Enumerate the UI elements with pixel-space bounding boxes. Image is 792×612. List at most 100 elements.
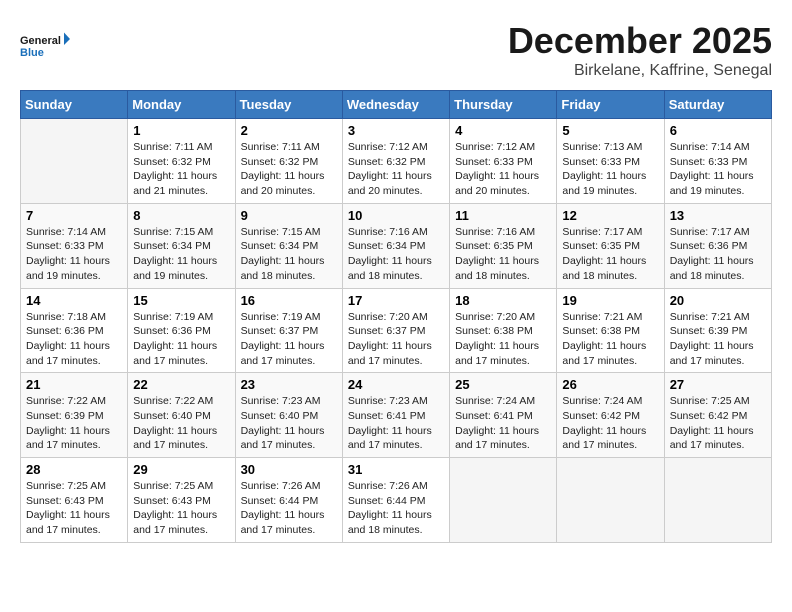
day-info: Sunrise: 7:23 AM Sunset: 6:41 PM Dayligh…	[348, 394, 444, 453]
calendar-table: SundayMondayTuesdayWednesdayThursdayFrid…	[20, 90, 772, 543]
day-number: 20	[670, 293, 766, 308]
calendar-cell	[21, 119, 128, 204]
day-number: 5	[562, 123, 658, 138]
day-number: 29	[133, 462, 229, 477]
day-number: 3	[348, 123, 444, 138]
calendar-cell: 18 Sunrise: 7:20 AM Sunset: 6:38 PM Dayli…	[450, 288, 557, 373]
day-info: Sunrise: 7:24 AM Sunset: 6:42 PM Dayligh…	[562, 394, 658, 453]
day-number: 30	[241, 462, 337, 477]
col-header-saturday: Saturday	[664, 91, 771, 119]
col-header-friday: Friday	[557, 91, 664, 119]
calendar-cell: 19 Sunrise: 7:21 AM Sunset: 6:38 PM Dayli…	[557, 288, 664, 373]
day-number: 24	[348, 377, 444, 392]
week-row-5: 28 Sunrise: 7:25 AM Sunset: 6:43 PM Dayli…	[21, 458, 772, 543]
day-number: 28	[26, 462, 122, 477]
day-info: Sunrise: 7:14 AM Sunset: 6:33 PM Dayligh…	[26, 225, 122, 284]
day-info: Sunrise: 7:15 AM Sunset: 6:34 PM Dayligh…	[133, 225, 229, 284]
day-info: Sunrise: 7:22 AM Sunset: 6:40 PM Dayligh…	[133, 394, 229, 453]
calendar-cell: 21 Sunrise: 7:22 AM Sunset: 6:39 PM Dayli…	[21, 373, 128, 458]
day-info: Sunrise: 7:25 AM Sunset: 6:43 PM Dayligh…	[26, 479, 122, 538]
calendar-cell: 1 Sunrise: 7:11 AM Sunset: 6:32 PM Daylig…	[128, 119, 235, 204]
day-info: Sunrise: 7:15 AM Sunset: 6:34 PM Dayligh…	[241, 225, 337, 284]
calendar-cell: 26 Sunrise: 7:24 AM Sunset: 6:42 PM Dayli…	[557, 373, 664, 458]
day-info: Sunrise: 7:13 AM Sunset: 6:33 PM Dayligh…	[562, 140, 658, 199]
day-info: Sunrise: 7:12 AM Sunset: 6:33 PM Dayligh…	[455, 140, 551, 199]
calendar-cell: 10Sunrise: 7:16 AM Sunset: 6:34 PM Dayli…	[342, 203, 449, 288]
svg-text:Blue: Blue	[20, 47, 44, 59]
col-header-tuesday: Tuesday	[235, 91, 342, 119]
location: Birkelane, Kaffrine, Senegal	[508, 62, 772, 80]
calendar-cell: 31 Sunrise: 7:26 AM Sunset: 6:44 PM Dayli…	[342, 458, 449, 543]
day-info: Sunrise: 7:21 AM Sunset: 6:38 PM Dayligh…	[562, 310, 658, 369]
day-number: 17	[348, 293, 444, 308]
day-info: Sunrise: 7:17 AM Sunset: 6:35 PM Dayligh…	[562, 225, 658, 284]
day-number: 23	[241, 377, 337, 392]
day-number: 16	[241, 293, 337, 308]
day-info: Sunrise: 7:20 AM Sunset: 6:37 PM Dayligh…	[348, 310, 444, 369]
day-info: Sunrise: 7:25 AM Sunset: 6:42 PM Dayligh…	[670, 394, 766, 453]
calendar-cell: 29 Sunrise: 7:25 AM Sunset: 6:43 PM Dayli…	[128, 458, 235, 543]
calendar-cell: 7 Sunrise: 7:14 AM Sunset: 6:33 PM Daylig…	[21, 203, 128, 288]
day-number: 31	[348, 462, 444, 477]
day-info: Sunrise: 7:19 AM Sunset: 6:37 PM Dayligh…	[241, 310, 337, 369]
title-area: December 2025 Birkelane, Kaffrine, Seneg…	[508, 20, 772, 80]
col-header-sunday: Sunday	[21, 91, 128, 119]
day-info: Sunrise: 7:23 AM Sunset: 6:40 PM Dayligh…	[241, 394, 337, 453]
calendar-cell: 5 Sunrise: 7:13 AM Sunset: 6:33 PM Daylig…	[557, 119, 664, 204]
day-number: 1	[133, 123, 229, 138]
day-number: 9	[241, 208, 337, 223]
calendar-cell: 4 Sunrise: 7:12 AM Sunset: 6:33 PM Daylig…	[450, 119, 557, 204]
day-number: 7	[26, 208, 122, 223]
day-number: 4	[455, 123, 551, 138]
calendar-cell: 17 Sunrise: 7:20 AM Sunset: 6:37 PM Dayli…	[342, 288, 449, 373]
calendar-cell: 13 Sunrise: 7:17 AM Sunset: 6:36 PM Dayli…	[664, 203, 771, 288]
day-number: 6	[670, 123, 766, 138]
col-header-monday: Monday	[128, 91, 235, 119]
day-number: 22	[133, 377, 229, 392]
calendar-header-row: SundayMondayTuesdayWednesdayThursdayFrid…	[21, 91, 772, 119]
day-number: 13	[670, 208, 766, 223]
day-number: 26	[562, 377, 658, 392]
month-title: December 2025	[508, 20, 772, 62]
calendar-cell: 15 Sunrise: 7:19 AM Sunset: 6:36 PM Dayli…	[128, 288, 235, 373]
calendar-cell: 20 Sunrise: 7:21 AM Sunset: 6:39 PM Dayli…	[664, 288, 771, 373]
logo: General Blue	[20, 20, 70, 70]
calendar-cell: 23 Sunrise: 7:23 AM Sunset: 6:40 PM Dayli…	[235, 373, 342, 458]
day-number: 18	[455, 293, 551, 308]
day-info: Sunrise: 7:11 AM Sunset: 6:32 PM Dayligh…	[133, 140, 229, 199]
calendar-cell	[664, 458, 771, 543]
day-number: 8	[133, 208, 229, 223]
day-info: Sunrise: 7:19 AM Sunset: 6:36 PM Dayligh…	[133, 310, 229, 369]
calendar-cell	[557, 458, 664, 543]
calendar-cell: 22 Sunrise: 7:22 AM Sunset: 6:40 PM Dayli…	[128, 373, 235, 458]
page-header: General Blue December 2025 Birkelane, Ka…	[20, 20, 772, 80]
day-info: Sunrise: 7:11 AM Sunset: 6:32 PM Dayligh…	[241, 140, 337, 199]
day-number: 2	[241, 123, 337, 138]
week-row-3: 14Sunrise: 7:18 AM Sunset: 6:36 PM Dayli…	[21, 288, 772, 373]
calendar-cell: 3 Sunrise: 7:12 AM Sunset: 6:32 PM Daylig…	[342, 119, 449, 204]
day-number: 19	[562, 293, 658, 308]
col-header-wednesday: Wednesday	[342, 91, 449, 119]
day-info: Sunrise: 7:20 AM Sunset: 6:38 PM Dayligh…	[455, 310, 551, 369]
day-info: Sunrise: 7:14 AM Sunset: 6:33 PM Dayligh…	[670, 140, 766, 199]
day-info: Sunrise: 7:12 AM Sunset: 6:32 PM Dayligh…	[348, 140, 444, 199]
calendar-cell: 8 Sunrise: 7:15 AM Sunset: 6:34 PM Daylig…	[128, 203, 235, 288]
day-info: Sunrise: 7:16 AM Sunset: 6:34 PM Dayligh…	[348, 225, 444, 284]
day-info: Sunrise: 7:25 AM Sunset: 6:43 PM Dayligh…	[133, 479, 229, 538]
calendar-cell: 9 Sunrise: 7:15 AM Sunset: 6:34 PM Daylig…	[235, 203, 342, 288]
day-info: Sunrise: 7:26 AM Sunset: 6:44 PM Dayligh…	[348, 479, 444, 538]
day-number: 15	[133, 293, 229, 308]
logo-svg: General Blue	[20, 20, 70, 70]
calendar-cell: 12Sunrise: 7:17 AM Sunset: 6:35 PM Dayli…	[557, 203, 664, 288]
calendar-cell: 16 Sunrise: 7:19 AM Sunset: 6:37 PM Dayli…	[235, 288, 342, 373]
calendar-cell: 27Sunrise: 7:25 AM Sunset: 6:42 PM Dayli…	[664, 373, 771, 458]
day-info: Sunrise: 7:21 AM Sunset: 6:39 PM Dayligh…	[670, 310, 766, 369]
calendar-cell: 30Sunrise: 7:26 AM Sunset: 6:44 PM Dayli…	[235, 458, 342, 543]
day-info: Sunrise: 7:22 AM Sunset: 6:39 PM Dayligh…	[26, 394, 122, 453]
calendar-cell	[450, 458, 557, 543]
day-number: 21	[26, 377, 122, 392]
day-info: Sunrise: 7:17 AM Sunset: 6:36 PM Dayligh…	[670, 225, 766, 284]
calendar-cell: 24 Sunrise: 7:23 AM Sunset: 6:41 PM Dayli…	[342, 373, 449, 458]
week-row-1: 1 Sunrise: 7:11 AM Sunset: 6:32 PM Daylig…	[21, 119, 772, 204]
day-number: 14	[26, 293, 122, 308]
